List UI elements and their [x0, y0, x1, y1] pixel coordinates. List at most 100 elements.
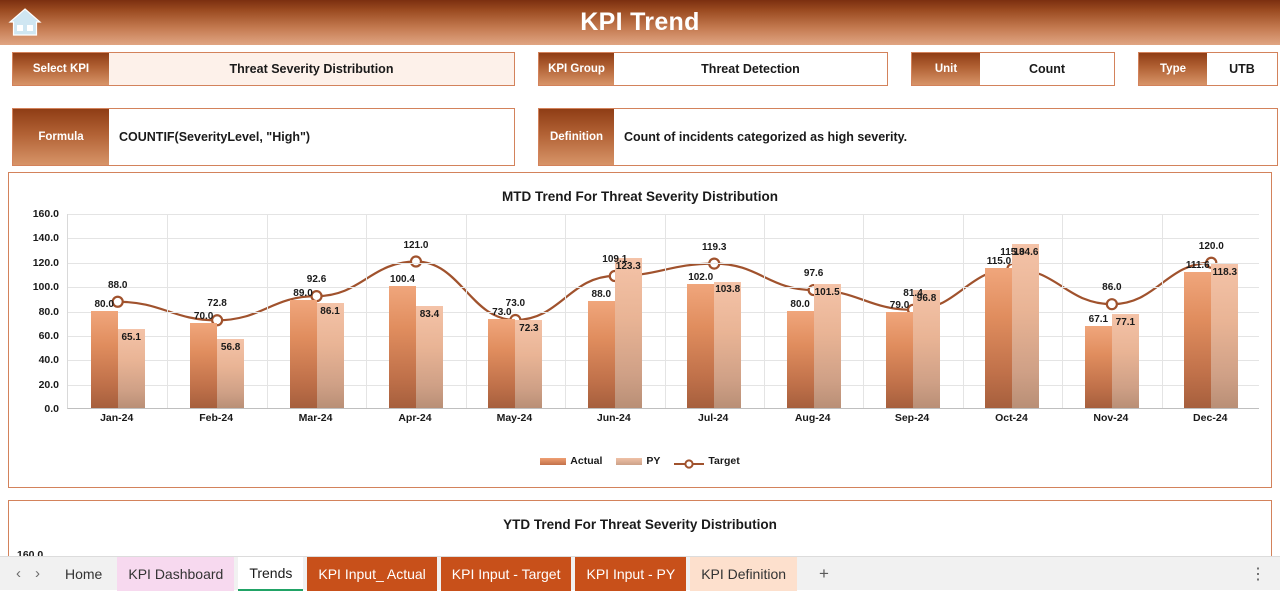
bar-py [814, 284, 841, 408]
type-value: UTB [1207, 53, 1277, 85]
kpi-meta-row-1: Select KPI Threat Severity Distribution … [0, 52, 1280, 86]
sheet-tab-kpi-input-target[interactable]: KPI Input - Target [441, 557, 572, 591]
gridline [68, 336, 1259, 337]
bar-py [317, 303, 344, 408]
y-axis-tick: 120.0 [33, 257, 59, 269]
gridline [68, 287, 1259, 288]
y-axis-tick: 0.0 [44, 403, 59, 415]
data-label-py: 86.1 [320, 306, 339, 317]
sheet-tab-kpi-input-actual[interactable]: KPI Input_ Actual [307, 557, 436, 591]
data-label-actual: 111.6 [1186, 260, 1210, 271]
data-label-py: 72.3 [519, 323, 538, 334]
bar-actual [687, 284, 714, 408]
y-axis: 0.020.040.060.080.0100.0120.0140.0160.0 [9, 214, 65, 409]
mtd-chart-title: MTD Trend For Threat Severity Distributi… [9, 173, 1271, 204]
data-label-py: 101.5 [815, 287, 840, 298]
vertical-gridline [565, 214, 566, 408]
app-title-bar: KPI Trend [0, 0, 1280, 45]
home-icon[interactable] [6, 4, 44, 40]
legend-swatch-py [616, 458, 642, 465]
mtd-chart-panel: MTD Trend For Threat Severity Distributi… [8, 172, 1272, 488]
data-label-actual: 70.0 [194, 311, 213, 322]
bar-actual [1184, 272, 1211, 408]
vertical-gridline [963, 214, 964, 408]
formula-field: Formula COUNTIF(SeverityLevel, "High") [12, 108, 515, 166]
sheet-tab-kpi-definition[interactable]: KPI Definition [690, 557, 797, 591]
bar-actual [985, 268, 1012, 408]
legend-label: PY [646, 455, 660, 467]
select-kpi-field[interactable]: Select KPI Threat Severity Distribution [12, 52, 515, 86]
data-label-target: 73.0 [506, 298, 525, 309]
data-label-target: 88.0 [108, 280, 127, 291]
unit-label: Unit [912, 53, 980, 85]
data-label-target: 97.6 [804, 268, 823, 279]
vertical-gridline [665, 214, 666, 408]
bar-py [913, 290, 940, 408]
data-label-actual: 89.0 [293, 288, 312, 299]
data-label-actual: 100.4 [390, 274, 415, 285]
x-axis-tick: Jan-24 [100, 412, 133, 424]
vertical-gridline [267, 214, 268, 408]
sheet-tabs: HomeKPI DashboardTrendsKPI Input_ Actual… [54, 557, 797, 591]
vertical-gridline [764, 214, 765, 408]
bar-actual [787, 311, 814, 409]
select-kpi-label: Select KPI [13, 53, 109, 85]
bar-actual [389, 286, 416, 408]
legend-item: Actual [540, 455, 602, 467]
x-axis-tick: Nov-24 [1093, 412, 1128, 424]
legend-item: PY [616, 455, 660, 467]
legend-swatch-actual [540, 458, 566, 465]
unit-field: Unit Count [911, 52, 1115, 86]
y-axis-tick: 140.0 [33, 232, 59, 244]
y-axis-tick: 20.0 [39, 379, 59, 391]
data-label-target: 86.0 [1102, 282, 1121, 293]
kpi-group-label: KPI Group [539, 53, 614, 85]
bar-py [1012, 244, 1039, 408]
x-axis-tick: Jun-24 [597, 412, 631, 424]
gridline [68, 312, 1259, 313]
formula-label: Formula [13, 109, 109, 165]
data-label-target: 92.6 [307, 274, 326, 285]
bar-py [1211, 264, 1238, 408]
more-options-icon[interactable]: ⋮ [1250, 564, 1280, 584]
legend-label: Actual [570, 455, 602, 467]
data-label-target: 81.4 [903, 288, 922, 299]
type-label: Type [1139, 53, 1207, 85]
data-label-actual: 67.1 [1089, 314, 1108, 325]
y-axis-tick: 60.0 [39, 330, 59, 342]
sheet-tab-bar: ‹ › HomeKPI DashboardTrendsKPI Input_ Ac… [0, 556, 1280, 590]
data-label-actual: 80.0 [94, 299, 113, 310]
x-axis-tick: Dec-24 [1193, 412, 1227, 424]
data-label-target: 72.8 [207, 298, 226, 309]
plot-canvas: 80.065.188.070.056.872.889.086.192.6100.… [67, 214, 1259, 409]
bar-py [416, 306, 443, 408]
sheet-nav-arrows: ‹ › [0, 566, 54, 581]
chevron-left-icon[interactable]: ‹ [16, 566, 21, 581]
x-axis-tick: Mar-24 [299, 412, 333, 424]
bar-actual [290, 300, 317, 408]
gridline [68, 360, 1259, 361]
vertical-gridline [1062, 214, 1063, 408]
legend-label: Target [708, 455, 739, 467]
y-axis-tick: 80.0 [39, 306, 59, 318]
data-label-target: 119.3 [702, 242, 726, 253]
chevron-right-icon[interactable]: › [35, 566, 40, 581]
vertical-gridline [1162, 214, 1163, 408]
sheet-tab-trends[interactable]: Trends [238, 557, 303, 591]
formula-value: COUNTIF(SeverityLevel, "High") [109, 109, 514, 165]
select-kpi-value[interactable]: Threat Severity Distribution [109, 53, 514, 85]
sheet-tab-kpi-input-py[interactable]: KPI Input - PY [575, 557, 686, 591]
bar-py [615, 258, 642, 408]
sheet-tab-kpi-dashboard[interactable]: KPI Dashboard [117, 557, 234, 591]
gridline [68, 263, 1259, 264]
gridline [68, 214, 1259, 215]
vertical-gridline [366, 214, 367, 408]
x-axis-tick: May-24 [497, 412, 533, 424]
data-label-py: 103.8 [715, 284, 740, 295]
add-sheet-button[interactable]: + [797, 564, 851, 584]
data-label-actual: 102.0 [688, 272, 713, 283]
data-label-actual: 80.0 [790, 299, 809, 310]
mtd-plot-area: 0.020.040.060.080.0100.0120.0140.0160.0 … [9, 214, 1271, 439]
sheet-tab-home[interactable]: Home [54, 557, 113, 591]
unit-value: Count [980, 53, 1114, 85]
